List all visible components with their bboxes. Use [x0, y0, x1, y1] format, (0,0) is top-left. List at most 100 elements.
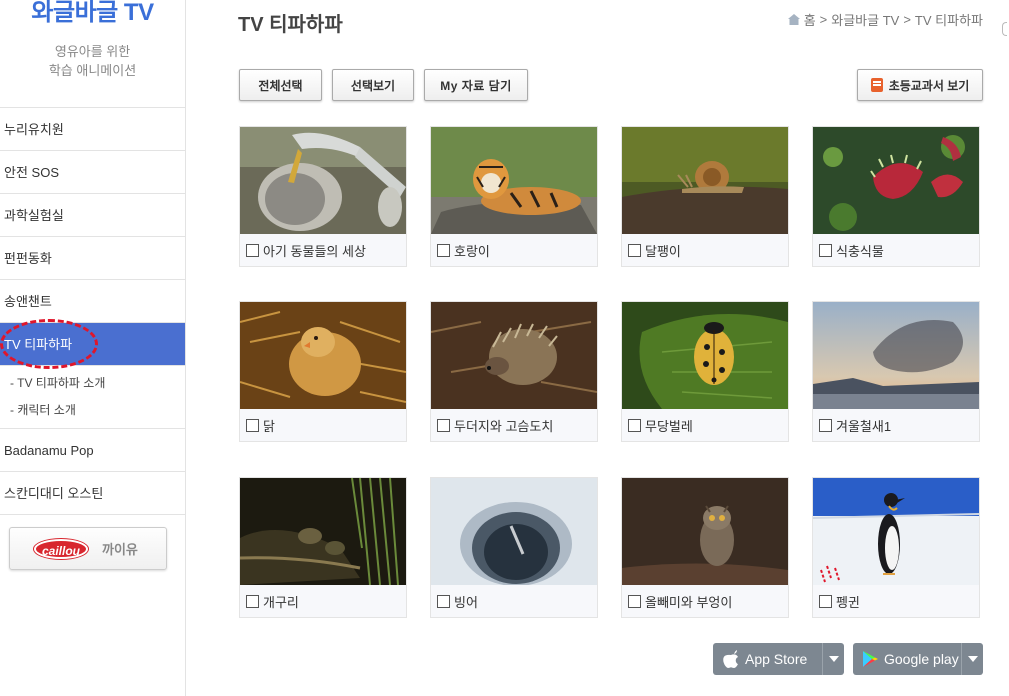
- video-checkbox[interactable]: [819, 243, 832, 257]
- video-card[interactable]: 아기 동물들의 세상: [239, 126, 407, 267]
- sidebar-item-badanamu-pop[interactable]: Badanamu Pop: [0, 429, 185, 472]
- breadcrumb-separator: >: [819, 12, 828, 27]
- video-caption: 무당벌레: [622, 409, 788, 441]
- breadcrumb: 홈 > 와글바글 TV > TV 티파하파: [787, 10, 983, 29]
- video-card[interactable]: 두더지와 고슴도치: [430, 301, 598, 442]
- video-thumbnail[interactable]: [622, 478, 788, 585]
- caillou-logo: caillou: [34, 538, 88, 559]
- video-thumbnail[interactable]: [622, 127, 788, 234]
- video-checkbox[interactable]: [819, 418, 832, 432]
- brand-subtitle-line1: 영유아를 위한: [54, 44, 131, 59]
- scroll-edge-handle: [1002, 22, 1007, 36]
- breadcrumb-separator: >: [903, 12, 911, 27]
- video-title[interactable]: 호랑이: [454, 241, 490, 260]
- video-title[interactable]: 식충식물: [836, 241, 884, 260]
- video-checkbox[interactable]: [819, 594, 832, 608]
- app-store-main[interactable]: App Store: [713, 643, 822, 675]
- video-caption: 달팽이: [622, 234, 788, 266]
- video-card[interactable]: 개구리: [239, 477, 407, 618]
- video-title[interactable]: 닭: [263, 416, 275, 435]
- video-checkbox[interactable]: [628, 594, 641, 608]
- video-caption: 빙어: [431, 585, 597, 617]
- video-checkbox[interactable]: [628, 243, 641, 257]
- textbook-button-label: 초등교과서 보기: [888, 78, 970, 93]
- video-card[interactable]: 닭: [239, 301, 407, 442]
- caillou-button[interactable]: caillou 까이유: [9, 527, 167, 570]
- video-caption: 아기 동물들의 세상: [240, 234, 406, 266]
- video-card[interactable]: 달팽이: [621, 126, 789, 267]
- video-thumbnail[interactable]: [240, 127, 406, 234]
- app-store-button[interactable]: App Store: [713, 643, 844, 675]
- video-title[interactable]: 개구리: [263, 592, 299, 611]
- submenu-item-characters[interactable]: - 캐릭터 소개: [10, 397, 185, 424]
- video-caption: 겨울철새1: [813, 409, 979, 441]
- video-card[interactable]: 호랑이: [430, 126, 598, 267]
- video-checkbox[interactable]: [246, 243, 259, 257]
- video-title[interactable]: 무당벌레: [645, 416, 693, 435]
- video-caption: 호랑이: [431, 234, 597, 266]
- submenu-item-intro[interactable]: - TV 티파하파 소개: [10, 370, 185, 397]
- video-checkbox[interactable]: [437, 594, 450, 608]
- video-card[interactable]: 무당벌레: [621, 301, 789, 442]
- select-all-button[interactable]: 전체선택: [239, 69, 322, 101]
- textbook-button[interactable]: 초등교과서 보기: [857, 69, 983, 101]
- google-play-button[interactable]: Google play: [853, 643, 983, 675]
- video-title[interactable]: 겨울철새1: [836, 416, 891, 435]
- video-thumbnail[interactable]: [813, 127, 979, 234]
- app-store-label: App Store: [745, 651, 808, 667]
- brand-subtitle-line2: 학습 애니메이션: [48, 63, 137, 78]
- google-play-label: Google play: [884, 651, 959, 667]
- video-title[interactable]: 아기 동물들의 세상: [263, 241, 366, 260]
- sidebar-item-tv-tipahapa[interactable]: TV 티파하파: [0, 319, 185, 369]
- video-caption: 개구리: [240, 585, 406, 617]
- video-caption: 닭: [240, 409, 406, 441]
- google-play-main[interactable]: Google play: [853, 643, 961, 675]
- video-checkbox[interactable]: [437, 243, 450, 257]
- page-title: TV 티파하파: [238, 14, 343, 36]
- video-thumbnail[interactable]: [813, 478, 979, 585]
- sidebar-item-fun-stories[interactable]: 펀펀동화: [0, 237, 185, 280]
- video-thumbnail[interactable]: [431, 127, 597, 234]
- video-title[interactable]: 두더지와 고슴도치: [454, 416, 553, 435]
- save-to-my-data-button[interactable]: My 자료 담기: [424, 69, 528, 101]
- video-card[interactable]: 올빼미와 부엉이: [621, 477, 789, 618]
- video-checkbox[interactable]: [628, 418, 641, 432]
- video-card[interactable]: 식충식물: [812, 126, 980, 267]
- apple-icon: [723, 650, 738, 668]
- brand-title[interactable]: 와글바글 TV: [0, 0, 185, 26]
- video-card[interactable]: 빙어: [430, 477, 598, 618]
- video-checkbox[interactable]: [246, 418, 259, 432]
- breadcrumb-home[interactable]: 홈: [804, 10, 816, 29]
- home-icon: [787, 14, 800, 25]
- video-title[interactable]: 빙어: [454, 592, 478, 611]
- video-thumbnail[interactable]: [431, 302, 597, 409]
- video-card[interactable]: 겨울철새1: [812, 301, 980, 442]
- video-thumbnail[interactable]: [240, 302, 406, 409]
- video-title[interactable]: 달팽이: [645, 241, 681, 260]
- sidebar-item-scandi-daddy[interactable]: 스칸디대디 오스틴: [0, 472, 185, 515]
- video-caption: 올빼미와 부엉이: [622, 585, 788, 617]
- sidebar-item-nuri-kindergarten[interactable]: 누리유치원: [0, 108, 185, 151]
- video-thumbnail[interactable]: [813, 302, 979, 409]
- google-play-icon: [863, 651, 878, 667]
- video-thumbnail[interactable]: [622, 302, 788, 409]
- sidebar: 와글바글 TV 영유아를 위한 학습 애니메이션 누리유치원 안전 SOS 과학…: [0, 0, 186, 696]
- video-caption: 두더지와 고슴도치: [431, 409, 597, 441]
- chevron-down-icon[interactable]: [822, 643, 844, 675]
- video-thumbnail[interactable]: [431, 478, 597, 585]
- sidebar-item-song-chant[interactable]: 송앤챈트: [0, 280, 185, 323]
- sidebar-item-safety-sos[interactable]: 안전 SOS: [0, 151, 185, 194]
- video-card[interactable]: 펭귄: [812, 477, 980, 618]
- video-checkbox[interactable]: [437, 418, 450, 432]
- brand-subtitle: 영유아를 위한 학습 애니메이션: [0, 42, 185, 80]
- video-checkbox[interactable]: [246, 594, 259, 608]
- breadcrumb-section[interactable]: 와글바글 TV: [831, 10, 899, 29]
- video-title[interactable]: 펭귄: [836, 592, 860, 611]
- brand-block: 와글바글 TV 영유아를 위한 학습 애니메이션: [0, 0, 185, 108]
- video-thumbnail[interactable]: [240, 478, 406, 585]
- sidebar-item-science-lab[interactable]: 과학실험실: [0, 194, 185, 237]
- video-title[interactable]: 올빼미와 부엉이: [645, 592, 732, 611]
- video-caption: 식충식물: [813, 234, 979, 266]
- chevron-down-icon[interactable]: [961, 643, 983, 675]
- view-selected-button[interactable]: 선택보기: [332, 69, 414, 101]
